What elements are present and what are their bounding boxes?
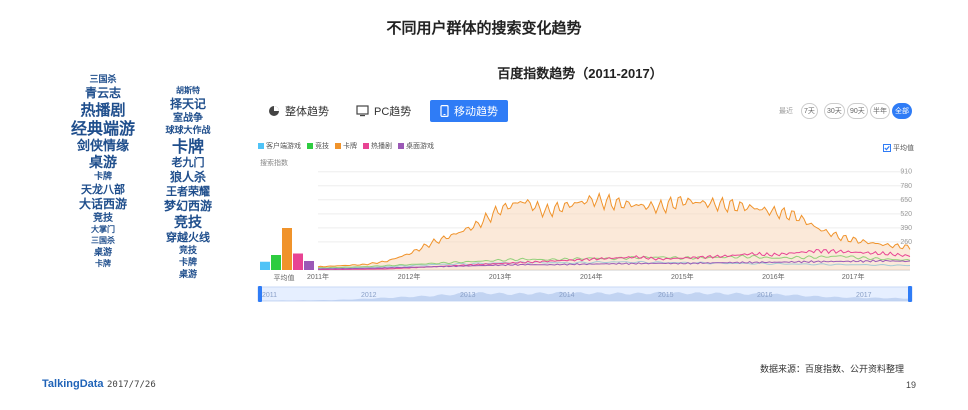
word-cloud-word: 穿越火线: [166, 230, 210, 244]
word-cloud-word: 经典端游: [71, 119, 135, 138]
word-cloud-right-figure: 胡斯特择天记室战争球球大作战卡牌老九门狼人杀王者荣耀梦幻西游竞技穿越火线竞技卡牌…: [164, 85, 212, 280]
word-cloud-word: 天龙八部: [81, 182, 125, 196]
tab-label: 整体趋势: [285, 106, 329, 118]
word-cloud-word: 大掌门: [91, 224, 115, 234]
average-bar-竞技[interactable]: [271, 255, 281, 270]
word-cloud-word: 老九门: [171, 155, 205, 169]
word-cloud-word: 卡牌: [179, 256, 197, 268]
average-bar-热播剧[interactable]: [293, 253, 303, 271]
tab-label: PC趋势: [374, 106, 412, 118]
zoom-tick-label: 2011: [262, 292, 277, 299]
word-cloud-word: 王者荣耀: [166, 184, 210, 198]
y-tick-label: 390: [900, 225, 912, 232]
zoom-tick-label: 2016: [757, 292, 773, 299]
range-90-days[interactable]: 90天: [847, 103, 868, 119]
mobile-phone-icon: [440, 105, 449, 117]
average-bar-卡牌[interactable]: [282, 228, 292, 270]
talkingdata-logo: TalkingData: [42, 378, 104, 390]
page-title: 不同用户群体的搜索变化趋势: [386, 20, 582, 37]
word-cloud-word: 竞技: [174, 214, 203, 231]
word-cloud-word: 室战争: [173, 111, 203, 124]
range-30-days[interactable]: 30天: [824, 103, 845, 119]
word-cloud-word: 卡牌: [94, 170, 112, 182]
average-bar-桌面游戏[interactable]: [304, 261, 314, 270]
word-cloud-word: 桌游: [89, 154, 117, 171]
y-tick-label: 910: [900, 169, 912, 176]
word-cloud-left-figure: 三国杀青云志热播剧经典端游剑侠情缘桌游卡牌天龙八部大话西游竞技大掌门三国杀桌游卡…: [71, 73, 135, 268]
x-tick-label: 2012年: [398, 272, 421, 281]
page-number: 19: [906, 380, 917, 390]
x-tick-label: 2014年: [580, 272, 603, 281]
word-cloud-word: 卡牌: [95, 258, 111, 268]
footer-date: 2017/7/26: [107, 380, 156, 390]
tab-mobile-trend[interactable]: 移动趋势: [430, 100, 508, 122]
zoom-tick-label: 2017: [856, 292, 872, 299]
y-tick-label: 520: [900, 211, 912, 218]
zoom-tick-label: 2015: [658, 292, 674, 299]
range-7-days[interactable]: 7天: [801, 103, 818, 119]
word-cloud-word: 择天记: [170, 96, 206, 111]
word-cloud-word: 热播剧: [80, 101, 125, 119]
zoom-tick-label: 2012: [361, 292, 377, 299]
x-tick-label: 2013年: [489, 272, 512, 281]
range-label: 最近: [779, 108, 793, 115]
word-cloud-word: 桌游: [94, 246, 112, 258]
range-half-year[interactable]: 半年: [870, 103, 890, 119]
x-tick-label: 2011年: [307, 272, 329, 281]
y-axis-label: 搜索指数: [260, 160, 288, 167]
word-cloud-word: 梦幻西游: [164, 198, 212, 213]
x-tick-label: 2016年: [762, 272, 785, 281]
y-tick-label: 650: [900, 197, 912, 204]
y-tick-label: 780: [900, 183, 912, 190]
pie-chart-icon: [269, 106, 279, 116]
zoom-handle-left[interactable]: [258, 286, 262, 302]
monitor-icon: [356, 105, 369, 117]
average-bar-客户端游戏[interactable]: [260, 261, 270, 270]
average-axis-label: 平均值: [274, 273, 295, 282]
word-cloud-word: 桌游: [179, 268, 197, 280]
range-all[interactable]: 全部: [892, 103, 912, 119]
x-tick-label: 2017年: [842, 272, 865, 281]
tab-label: 移动趋势: [454, 106, 498, 118]
word-cloud-word: 剑侠情缘: [76, 138, 129, 154]
tab-pc-trend[interactable]: PC趋势: [356, 100, 411, 122]
x-tick-label: 2015年: [671, 272, 694, 281]
word-cloud: 三国杀青云志热播剧经典端游剑侠情缘桌游卡牌天龙八部大话西游竞技大掌门三国杀桌游卡…: [71, 73, 212, 280]
zoom-handle-right[interactable]: [908, 286, 912, 302]
word-cloud-word: 卡牌: [172, 137, 204, 156]
zoom-tick-label: 2013: [460, 292, 476, 299]
word-cloud-word: 胡斯特: [176, 85, 200, 95]
word-cloud-word: 青云志: [85, 85, 121, 100]
word-cloud-word: 三国杀: [89, 73, 116, 85]
word-cloud-word: 竞技: [92, 211, 114, 224]
word-cloud-word: 三国杀: [91, 235, 115, 245]
zoom-tick-label: 2014: [559, 292, 575, 299]
word-cloud-word: 大话西游: [79, 196, 127, 211]
word-cloud-word: 狼人杀: [170, 169, 206, 184]
tab-overall-trend[interactable]: 整体趋势: [268, 100, 329, 122]
word-cloud-word: 球球大作战: [165, 124, 210, 136]
chart-title: 百度指数趋势（2011-2017）: [497, 66, 663, 81]
data-source-note: 数据来源：百度指数、公开资料整理: [760, 364, 905, 374]
trend-chart: 260390520650780910 2011年 2012年 2013年 2014年 2…: [257, 169, 913, 302]
word-cloud-word: 竞技: [178, 244, 198, 256]
